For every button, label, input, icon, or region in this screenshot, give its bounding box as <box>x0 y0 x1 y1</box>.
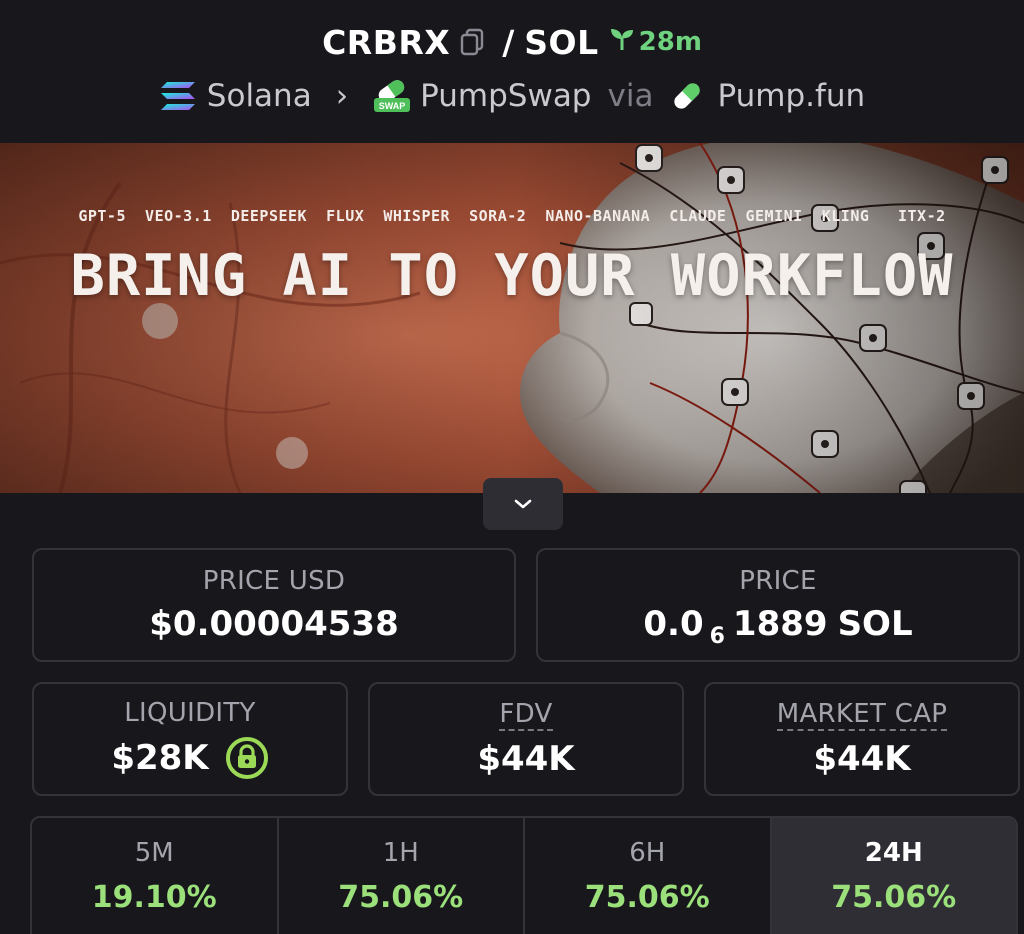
pair-title-row: CRBRX / SOL 28m <box>0 20 1024 64</box>
via-text: via <box>607 78 654 114</box>
fdv-value: $44K <box>477 739 575 779</box>
pumpswap-logo-icon: SWAP <box>372 78 411 114</box>
pair-age: 28m <box>638 27 702 57</box>
collapse-banner-button[interactable] <box>483 478 563 530</box>
price-native-label: PRICE <box>739 566 817 596</box>
chevron-down-icon <box>513 495 533 514</box>
fdv-card[interactable]: FDV $44K <box>368 682 684 796</box>
price-native-unit: SOL <box>837 604 913 644</box>
token-banner[interactable]: GPT-5 VEO-3.1 DEEPSEEK FLUX WHISPER SORA… <box>0 143 1024 493</box>
lock-icon[interactable] <box>225 736 269 780</box>
price-native-prefix: 0.0 <box>643 604 704 644</box>
tab-change-value: 19.10% <box>91 880 217 915</box>
pill-icon <box>669 78 707 114</box>
base-token-symbol[interactable]: CRBRX <box>322 23 450 62</box>
pair-age-badge: 28m <box>609 26 702 59</box>
liquidity-label: LIQUIDITY <box>124 698 256 728</box>
quote-token-symbol: SOL <box>524 22 599 62</box>
price-native-zero-count: 6 <box>709 623 725 649</box>
market-cap-value: $44K <box>813 739 911 779</box>
pumpswap-badge-text: SWAP <box>379 101 406 111</box>
liquidity-value-row: $28K <box>111 736 268 780</box>
liquidity-card: LIQUIDITY $28K <box>32 682 348 796</box>
seedling-icon <box>609 26 635 59</box>
price-usd-value: $0.00004538 <box>149 604 399 644</box>
tab-label: 24H <box>864 838 923 868</box>
price-usd-card: PRICE USD $0.00004538 <box>32 548 516 662</box>
solana-logo-icon <box>159 78 197 114</box>
chevron-right-icon: › <box>335 78 349 114</box>
tab-label: 1H <box>382 838 419 868</box>
tab-label: 5M <box>134 838 174 868</box>
tab-1h[interactable]: 1H 75.06% <box>279 818 525 934</box>
tab-5m[interactable]: 5M 19.10% <box>32 818 279 934</box>
banner-headline: BRING AI TO YOUR WORKFLOW <box>70 243 954 309</box>
ai-models-list: GPT-5 VEO-3.1 DEEPSEEK FLUX WHISPER SORA… <box>78 207 946 225</box>
tab-label: 6H <box>629 838 666 868</box>
price-change-tabs: 5M 19.10% 1H 75.06% 6H 75.06% 24H 75.06% <box>30 816 1018 934</box>
copy-icon[interactable] <box>460 28 486 56</box>
liquidity-value: $28K <box>111 738 209 778</box>
tab-change-value: 75.06% <box>338 880 464 915</box>
dex-link[interactable]: PumpSwap <box>420 78 591 114</box>
breadcrumb: Solana › SWAP PumpSwap via Pump.fun <box>0 74 1024 118</box>
tab-change-value: 75.06% <box>584 880 710 915</box>
launchpad-link[interactable]: Pump.fun <box>717 78 865 114</box>
fdv-label[interactable]: FDV <box>499 699 553 731</box>
pair-header: CRBRX / SOL 28m Solana › SWAP PumpSwap v… <box>0 0 1024 143</box>
price-native-card: PRICE 0.0 6 1889 SOL <box>536 548 1020 662</box>
market-cap-card[interactable]: MARKET CAP $44K <box>704 682 1020 796</box>
price-native-digits: 1889 <box>732 604 828 644</box>
pair-separator: / <box>502 22 515 62</box>
banner-artwork <box>0 143 1024 493</box>
tab-change-value: 75.06% <box>831 880 957 915</box>
tab-24h[interactable]: 24H 75.06% <box>771 818 1016 934</box>
market-cap-label[interactable]: MARKET CAP <box>776 699 948 731</box>
price-native-value: 0.0 6 1889 SOL <box>643 604 913 649</box>
tab-6h[interactable]: 6H 75.06% <box>525 818 772 934</box>
price-usd-label: PRICE USD <box>202 566 346 596</box>
chain-link[interactable]: Solana <box>207 78 312 114</box>
